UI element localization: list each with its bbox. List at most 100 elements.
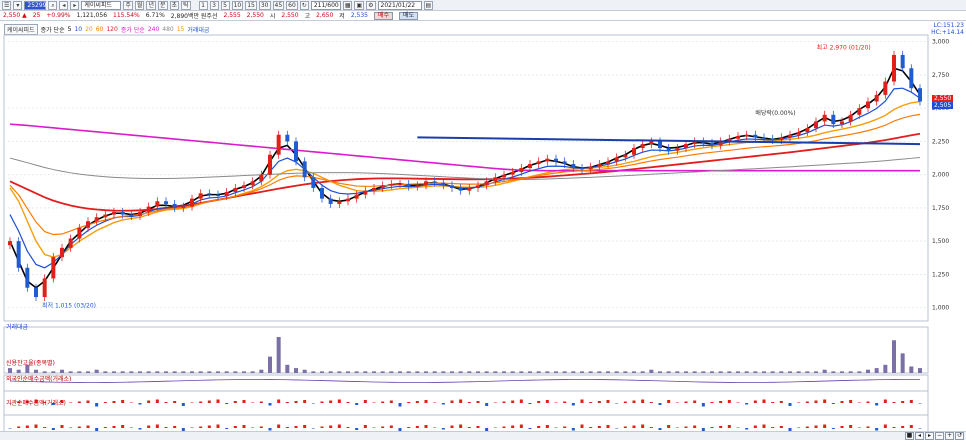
net-buy-bar bbox=[875, 403, 879, 406]
credit-panel-label: 신용잔고율(종목별) bbox=[6, 360, 55, 367]
volume-bar bbox=[710, 371, 714, 373]
minute-3-button[interactable]: 3 bbox=[209, 0, 219, 10]
period-week-button[interactable]: 주 bbox=[123, 0, 133, 10]
minute-15-button[interactable]: 15 bbox=[245, 0, 257, 10]
net-buy-bar bbox=[779, 426, 783, 428]
horizontal-scrollbar[interactable] bbox=[0, 431, 966, 440]
net-buy-bar bbox=[866, 426, 870, 428]
period-minute-button[interactable]: 분 bbox=[157, 0, 168, 10]
volume-bar bbox=[900, 353, 905, 373]
volume-bars bbox=[3, 326, 929, 374]
grid-icon[interactable]: ▦ bbox=[342, 0, 353, 10]
stock-code-input[interactable]: 252990 bbox=[24, 0, 50, 10]
minute-60-button[interactable]: 60 bbox=[286, 0, 298, 10]
minute-1-button[interactable]: 1 bbox=[198, 0, 208, 10]
net-buy-bar bbox=[329, 400, 333, 403]
candle-body bbox=[77, 227, 82, 239]
dropdown-icon[interactable]: ▾ bbox=[13, 0, 23, 10]
candle-body bbox=[562, 161, 567, 165]
period-month-button[interactable]: 월 bbox=[134, 0, 145, 10]
save-icon[interactable]: ▣ bbox=[354, 0, 365, 10]
period-year-button[interactable]: 년 bbox=[146, 0, 156, 10]
volume-bar bbox=[250, 371, 255, 373]
volume-bar bbox=[207, 371, 212, 373]
net-buy-bar bbox=[667, 425, 671, 428]
scroll-right-icon[interactable]: ▸ bbox=[925, 431, 934, 440]
candle-body bbox=[744, 134, 749, 137]
period-tick-button[interactable]: 틱 bbox=[181, 0, 191, 10]
net-buy-bar bbox=[216, 399, 220, 403]
net-buy-bar bbox=[857, 427, 861, 428]
candle-body bbox=[51, 257, 56, 279]
net-buy-bar bbox=[155, 399, 159, 403]
net-buy-bar bbox=[337, 424, 341, 428]
net-buy-bar bbox=[849, 425, 853, 428]
candle-body bbox=[224, 191, 229, 196]
y-tick-label: 1,250 bbox=[932, 271, 949, 278]
minute-10-button[interactable]: 10 bbox=[231, 0, 244, 10]
net-buy-bar bbox=[823, 424, 827, 428]
settings-icon[interactable]: ⚙ bbox=[366, 0, 376, 10]
prev-icon[interactable]: ◂ bbox=[59, 0, 69, 10]
net-buy-bar bbox=[606, 400, 610, 403]
date-field[interactable]: 2021/01/22 bbox=[377, 0, 422, 10]
net-buy-bar bbox=[545, 400, 549, 403]
next-icon[interactable]: ▸ bbox=[70, 0, 80, 10]
volume-bar bbox=[406, 371, 411, 373]
candle-body bbox=[571, 164, 576, 169]
trend-line bbox=[417, 136, 921, 146]
candle-body bbox=[857, 108, 862, 115]
net-buy-bar bbox=[511, 400, 515, 403]
volume-bar bbox=[545, 371, 550, 373]
calendar-icon[interactable]: ▤ bbox=[423, 0, 434, 10]
volume-bar bbox=[623, 371, 628, 373]
volume-bar bbox=[614, 371, 619, 373]
net-buy-bar bbox=[173, 426, 177, 428]
minute-30-button[interactable]: 30 bbox=[258, 0, 271, 10]
volume-bar bbox=[190, 371, 194, 373]
ma-price-tag: 2,505 bbox=[932, 102, 954, 109]
refresh-icon[interactable]: ↻ bbox=[299, 0, 309, 10]
stop-icon[interactable]: ■ bbox=[905, 431, 914, 440]
volume-bar bbox=[346, 371, 350, 373]
net-buy-bar bbox=[771, 402, 775, 403]
reset-icon[interactable]: ↺ bbox=[955, 431, 964, 440]
candle-body bbox=[346, 198, 350, 202]
y-tick-label: 1,500 bbox=[932, 238, 949, 245]
scroll-left-icon[interactable]: ◂ bbox=[915, 431, 924, 440]
search-icon[interactable]: ⌕ bbox=[48, 0, 58, 10]
data-count-field[interactable]: 211/600 bbox=[310, 0, 341, 10]
net-buy-bar bbox=[649, 402, 653, 403]
candle-body bbox=[528, 164, 532, 169]
buy-button[interactable]: 매수 bbox=[374, 11, 394, 20]
price-chart[interactable]: 3,0002,7502,5002,2502,0001,7501,5001,250… bbox=[0, 21, 966, 431]
sell-button[interactable]: 매도 bbox=[399, 11, 419, 20]
foreign-panel-label: 외국인순매수금액(거래소) bbox=[6, 376, 72, 383]
period-second-button[interactable]: 초 bbox=[169, 0, 180, 10]
current-price-tag: 2,550 bbox=[932, 95, 954, 102]
net-buy-bar bbox=[303, 400, 307, 403]
zoom-out-icon[interactable]: − bbox=[935, 431, 944, 440]
minute-5-button[interactable]: 5 bbox=[220, 0, 230, 10]
inst-panel-label: 기관순매수금액(거래소) bbox=[6, 400, 66, 407]
candle-body bbox=[363, 190, 368, 195]
minute-45-button[interactable]: 45 bbox=[272, 0, 285, 10]
volume-bar bbox=[788, 371, 792, 373]
candle-body bbox=[684, 144, 688, 149]
menu-icon[interactable]: ☰ bbox=[2, 0, 12, 10]
net-buy-bar bbox=[502, 401, 506, 403]
candle-body bbox=[510, 172, 515, 175]
candle-body bbox=[614, 157, 619, 162]
net-buy-bar bbox=[355, 403, 359, 405]
candle-body bbox=[233, 187, 238, 192]
net-buy-bar bbox=[467, 402, 471, 403]
volume-bar bbox=[519, 371, 524, 373]
zoom-in-icon[interactable]: + bbox=[945, 431, 954, 440]
volume-bar bbox=[718, 371, 723, 373]
candle-body bbox=[294, 141, 298, 162]
volume-bar bbox=[502, 371, 506, 373]
net-buy-bar bbox=[60, 425, 64, 428]
price-change-pct: +0.99% bbox=[46, 12, 71, 19]
candle-body bbox=[129, 214, 134, 216]
candle-body bbox=[207, 193, 212, 195]
